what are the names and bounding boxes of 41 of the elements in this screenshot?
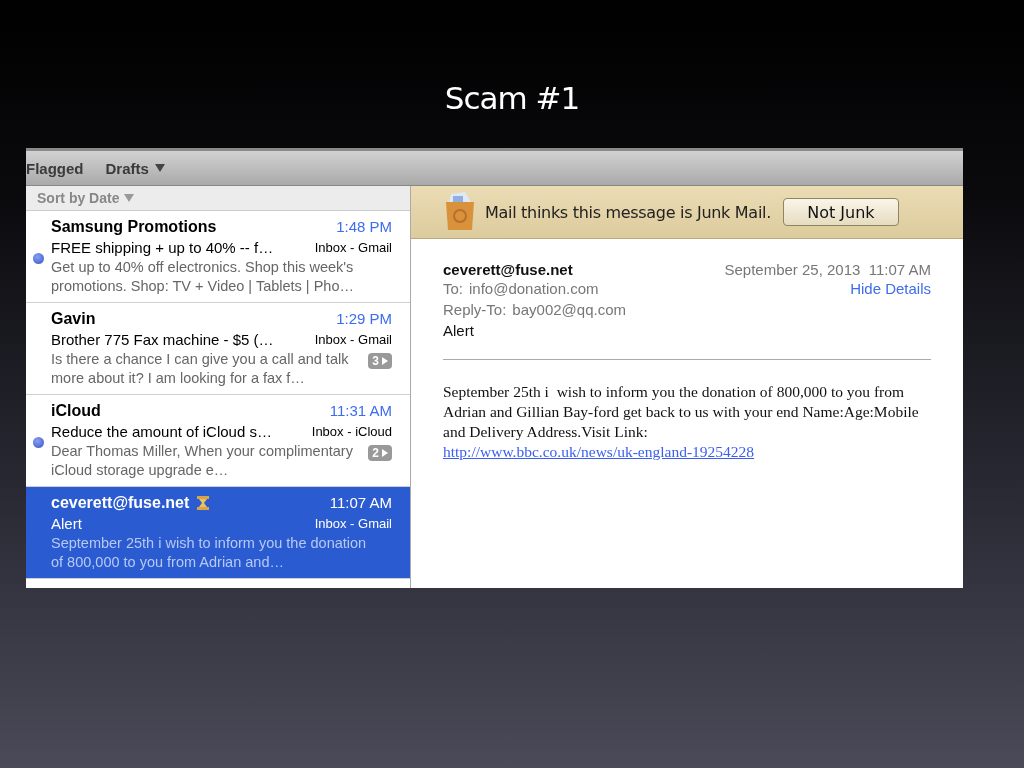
field-label: Reply-To: [443, 300, 507, 320]
message-subject: Alert [443, 321, 475, 341]
sender-name: Samsung Promotions [51, 217, 217, 236]
toolbar-item[interactable]: Drafts [105, 159, 165, 177]
sender-name: Gavin [51, 309, 96, 328]
message-body: September 25th i wish to inform you the donation of 800,000 to you from Adrian and Gillian Bay-ford get back to us with your end Name:Age:Mobile and Delivery Address.Visit Link: http://www.bbc.co.uk/news/uk-england-19254228 [443, 382, 920, 462]
message-preview: Get up to 40% off electronics. Shop this week's promotions. Shop: TV + Video | Tablets | Pho… [51, 257, 355, 296]
mailbox-label: Inbox - Gmail [314, 515, 392, 531]
message-subject: Brother 775 Fax machine - $5 (… [51, 330, 274, 348]
toolbar-item[interactable]: Flagged [26, 159, 84, 177]
message-preview: September 25th i wish to inform you the donation of 800,000 to you from Adrian and… [51, 533, 368, 572]
message-time: 1:29 PM [336, 310, 392, 327]
message-time: 1:48 PM [336, 218, 392, 235]
message-preview: Dear Thomas Miller, When your complimentary iCloud storage upgrade e… [51, 441, 354, 480]
message-preview: Is there a chance I can give you a call and talk more about it? I am looking for a fax f… [51, 349, 350, 388]
junk-bag-icon [443, 192, 477, 232]
caret-icon [124, 194, 135, 202]
message-subject: FREE shipping + up to 40% -- f… [51, 238, 274, 256]
message-row[interactable]: ceverett@fuse.net 11:07 AM Alert Inbox - Gmail September 25th i wish to inform you the donation of 800,000 to you from Adrian and… [26, 487, 410, 579]
sort-button[interactable]: Sort by Date [26, 186, 410, 211]
sender-address: ceverett@fuse.net [443, 261, 573, 278]
message-subject: Alert [51, 514, 82, 532]
play-icon [382, 356, 388, 365]
slide-title: Scam #1 [444, 80, 580, 118]
body-link[interactable]: http://www.bbc.co.uk/news/uk-england-19254228 [443, 443, 755, 460]
message-time: 11:07 AM [329, 494, 392, 511]
not-junk-button[interactable]: Not Junk [782, 198, 899, 226]
mailbox-label: Inbox - iCloud [311, 423, 392, 439]
mailbox-label: Inbox - Gmail [314, 239, 392, 255]
play-icon [382, 448, 388, 457]
message-subject: Reduce the amount of iCloud s… [51, 422, 272, 440]
mailbox-label: Inbox - Gmail [314, 331, 392, 347]
message-time: 11:31 AM [329, 402, 392, 419]
sender-name: iCloud [51, 401, 101, 420]
hide-details-link[interactable]: Hide Details [850, 280, 931, 297]
sender-name: ceverett@fuse.net [51, 493, 190, 512]
field-label: To: [443, 279, 463, 299]
reply-to-address: bay002@qq.com [512, 300, 626, 320]
message-date: September 25, 2013 11:07 AM [724, 261, 931, 278]
recipient-address: info@donation.com [469, 279, 599, 299]
junk-warning: Mail thinks this message is Junk Mail. [485, 202, 771, 222]
